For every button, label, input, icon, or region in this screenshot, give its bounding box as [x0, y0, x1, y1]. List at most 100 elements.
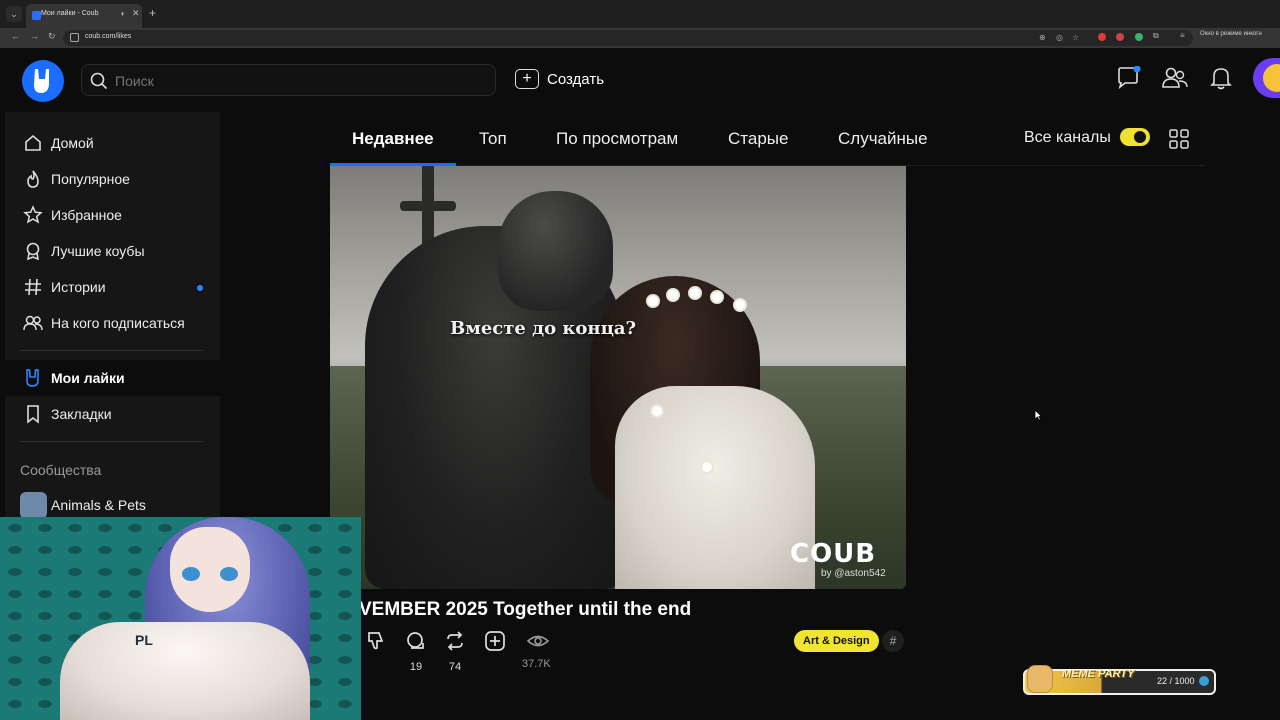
- zoom-icon[interactable]: ⊕: [1039, 33, 1046, 42]
- incognito-label[interactable]: Окно в режиме инкогн: [1200, 31, 1262, 37]
- flower-crown: [735, 300, 745, 310]
- views-indicator: [525, 630, 551, 657]
- coub-watermark: COUB: [790, 539, 877, 569]
- tags-more-button[interactable]: #: [882, 630, 904, 652]
- flower-decoration: [652, 406, 662, 416]
- add-icon: [485, 631, 505, 651]
- bell-icon[interactable]: [1210, 66, 1232, 90]
- url-field[interactable]: coub.com/likes ⊕ ◎ ☆: [63, 30, 1193, 46]
- sidebar-item-follow-suggestions[interactable]: На кого подписаться: [5, 305, 220, 341]
- sidebar-item-label: Мои лайки: [51, 370, 125, 386]
- address-bar: ← → ↻ coub.com/likes ⊕ ◎ ☆ ⧉ ≡ Окно в ре…: [0, 28, 1280, 48]
- tab-search-button[interactable]: ⌄: [6, 6, 22, 22]
- video-girl-dress: [615, 386, 815, 589]
- sidebar-item-popular[interactable]: Популярное: [5, 161, 220, 197]
- search-box[interactable]: [81, 64, 496, 96]
- extension-icon[interactable]: [1098, 33, 1106, 41]
- sidebar-item-my-likes[interactable]: Мои лайки: [5, 360, 220, 396]
- sidebar: Домой Популярное Избранное Лучшие коубы …: [5, 112, 220, 532]
- community-animals-label[interactable]: Animals & Pets: [51, 497, 146, 513]
- coub-logo[interactable]: [22, 60, 64, 102]
- url-text: coub.com/likes: [85, 33, 132, 40]
- browser-tab-bar: ⌄ Мои лайки - Coub ◖ ✕ +: [0, 0, 1280, 28]
- search-icon: [90, 72, 108, 90]
- webcam-avatar-face: [170, 527, 250, 612]
- media-control-icon[interactable]: ≡: [1180, 31, 1185, 40]
- people-icon: [23, 315, 43, 331]
- communities-heading: Сообщества: [20, 462, 102, 478]
- sidebar-item-label: На кого подписаться: [51, 315, 185, 331]
- create-button[interactable]: + Создать: [515, 68, 604, 90]
- sidebar-item-label: Лучшие коубы: [51, 243, 145, 259]
- repost-button[interactable]: 74: [442, 630, 468, 673]
- mouse-cursor-icon: [1034, 409, 1042, 421]
- tab-random[interactable]: Случайные: [838, 129, 928, 149]
- bookmark-star-icon[interactable]: ☆: [1072, 33, 1079, 42]
- sidebar-item-stories[interactable]: Истории: [5, 269, 220, 305]
- avatar[interactable]: [1253, 58, 1280, 98]
- webcam-avatar-eye: [220, 567, 238, 581]
- meme-party-widget: MEME PARTY 22 / 1000: [1023, 665, 1216, 695]
- video-caption: Вместе до конца?: [450, 318, 637, 339]
- sidebar-item-bookmarks[interactable]: Закладки: [5, 396, 220, 432]
- reload-icon[interactable]: ↻: [48, 31, 56, 42]
- home-icon: [25, 134, 41, 151]
- flower-crown: [648, 296, 658, 306]
- sidebar-item-best[interactable]: Лучшие коубы: [5, 233, 220, 269]
- eye-off-icon[interactable]: ◎: [1056, 33, 1063, 42]
- coub-video-player[interactable]: Вместе до конца? COUB by @aston542: [330, 166, 906, 589]
- add-to-collection-button[interactable]: [482, 630, 508, 657]
- back-arrow-icon[interactable]: ←: [11, 31, 20, 41]
- dislike-button[interactable]: [363, 630, 389, 657]
- award-icon: [26, 242, 40, 261]
- flower-crown: [712, 292, 722, 302]
- tab-title: Мои лайки - Coub: [41, 10, 99, 17]
- tab-recent[interactable]: Недавнее: [352, 129, 434, 149]
- rock-hand-logo-icon: [34, 69, 49, 93]
- flower-decoration: [702, 462, 712, 472]
- recoub-icon: [407, 632, 424, 649]
- grid-view-icon[interactable]: [1169, 129, 1189, 149]
- sidebar-item-favorites[interactable]: Избранное: [5, 197, 220, 233]
- hash-icon: [25, 278, 41, 296]
- webcam-overlay-text: PL: [135, 632, 153, 648]
- bookmark-icon: [27, 405, 39, 424]
- rock-hand-icon: [26, 369, 39, 387]
- browser-tab[interactable]: Мои лайки - Coub ◖ ✕: [26, 4, 142, 28]
- eye-icon: [526, 635, 550, 647]
- all-channels-toggle[interactable]: [1120, 128, 1150, 146]
- search-input[interactable]: [115, 71, 485, 91]
- sidebar-item-home[interactable]: Домой: [5, 125, 220, 161]
- plus-icon: +: [515, 69, 539, 89]
- extensions-puzzle-icon[interactable]: ⧉: [1153, 31, 1159, 41]
- video-sword-guard: [400, 201, 456, 211]
- tab-by-views[interactable]: По просмотрам: [556, 129, 678, 149]
- doge-icon: [1027, 665, 1053, 693]
- tab-oldest[interactable]: Старые: [728, 129, 788, 149]
- globe-icon: [1199, 676, 1209, 686]
- tab-top[interactable]: Топ: [479, 129, 507, 149]
- site-settings-icon[interactable]: [70, 33, 79, 42]
- new-tab-button[interactable]: +: [149, 7, 156, 19]
- webcam-avatar-eye: [182, 567, 200, 581]
- repost-count: 74: [448, 661, 462, 673]
- recoub-likes-button[interactable]: 19: [403, 630, 429, 673]
- video-knight-helmet: [498, 191, 613, 311]
- close-tab-icon[interactable]: ✕: [132, 8, 140, 19]
- meme-party-title: MEME PARTY: [1062, 668, 1135, 680]
- recoub-count: 19: [409, 661, 423, 673]
- all-channels-label: Все каналы: [1024, 129, 1111, 146]
- coub-title[interactable]: VEMBER 2025 Together until the end: [359, 599, 691, 621]
- forward-arrow-icon[interactable]: →: [30, 31, 39, 41]
- sidebar-divider: [20, 350, 203, 351]
- community-animals-thumbnail[interactable]: [20, 492, 47, 519]
- chat-bubble-icon[interactable]: [1116, 66, 1142, 90]
- tag-art-design[interactable]: Art & Design: [794, 630, 879, 652]
- meme-party-count: 22 / 1000: [1157, 676, 1195, 686]
- extension-icon[interactable]: [1116, 33, 1124, 41]
- friends-icon[interactable]: [1161, 66, 1189, 90]
- thumbs-down-icon: [368, 632, 384, 650]
- sidebar-item-label: Популярное: [51, 171, 130, 187]
- extension-icon[interactable]: [1135, 33, 1143, 41]
- speaker-icon[interactable]: ◖: [120, 9, 125, 18]
